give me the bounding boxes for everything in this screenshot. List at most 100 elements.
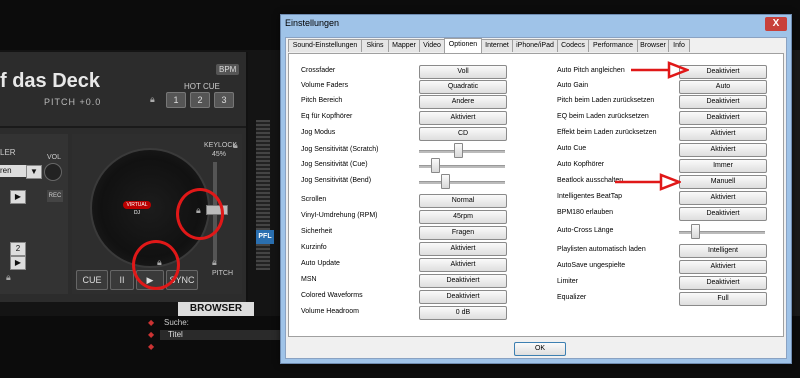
option-button-effekt-reset[interactable]: Aktiviert (679, 127, 767, 141)
settings-dialog: Einstellungen X Sound-Einstellungen Skin… (280, 14, 792, 364)
slider-thumb-jog-scratch[interactable] (454, 143, 464, 158)
option-button-msn[interactable]: Deaktiviert (419, 274, 507, 288)
tab-sound-einstellungen[interactable]: Sound-Einstellungen (288, 39, 362, 52)
option-button-eq-kopfhoerer[interactable]: Aktiviert (419, 111, 507, 125)
platter-logo: VIRTUAL DJ (123, 201, 151, 216)
option-button-pitch-bereich[interactable]: Andere (419, 95, 507, 109)
tab-iphone-ipad[interactable]: iPhone/iPad (512, 39, 558, 52)
option-button-autosave[interactable]: Aktiviert (679, 260, 767, 274)
option-label-playlisten: Playlisten automatisch laden (557, 246, 646, 253)
option-label-autosave: AutoSave ungespielte (557, 262, 626, 269)
option-button-kurzinfo[interactable]: Aktiviert (419, 242, 507, 256)
hot-cue-label: HOT CUE (184, 82, 220, 91)
option-button-auto-kopfhoerer[interactable]: Immer (679, 159, 767, 173)
tab-skins[interactable]: Skins (361, 39, 389, 52)
option-button-jog-modus[interactable]: CD (419, 127, 507, 141)
tab-performance[interactable]: Performance (588, 39, 638, 52)
option-label-eq-reset: EQ beim Laden zurücksetzen (557, 113, 649, 120)
hot-cue-button-3[interactable]: 3 (214, 92, 234, 108)
tab-internet[interactable]: Internet (481, 39, 513, 52)
option-button-sicherheit[interactable]: Fragen (419, 226, 507, 240)
option-button-auto-update[interactable]: Aktiviert (419, 258, 507, 272)
option-label-auto-update: Auto Update (301, 260, 340, 267)
tab-optionen[interactable]: Optionen (444, 38, 482, 53)
option-button-crossfader[interactable]: Voll (419, 65, 507, 79)
option-label-auto-cue: Auto Cue (557, 145, 587, 152)
cue-button[interactable]: CUE (76, 270, 108, 290)
option-button-equalizer[interactable]: Full (679, 292, 767, 306)
option-button-bpm180[interactable]: Deaktiviert (679, 207, 767, 221)
level-meter (256, 120, 270, 270)
browser-tab[interactable]: BROWSER (178, 302, 254, 316)
lock-icon[interactable]: 🔒︎ (150, 94, 155, 105)
tab-video[interactable]: Video (419, 39, 445, 52)
option-button-pitch-reset[interactable]: Deaktiviert (679, 95, 767, 109)
column-header-titel[interactable]: Titel (160, 330, 292, 340)
folder-icon[interactable]: ◆ (148, 318, 154, 327)
chevron-down-icon[interactable]: ▼ (26, 165, 42, 179)
option-label-jog-scratch: Jog Sensitivität (Scratch) (301, 146, 379, 153)
option-button-vinyl-rpm[interactable]: 45rpm (419, 210, 507, 224)
option-label-auto-gain: Auto Gain (557, 82, 589, 89)
play-small-icon-2[interactable]: ▶ (10, 256, 26, 270)
option-label-jog-modus: Jog Modus (301, 129, 336, 136)
option-button-auto-pitch[interactable]: Deaktiviert (679, 65, 767, 79)
optionen-panel: Crossfader Voll Volume Faders Quadratic … (288, 53, 784, 337)
folder-icon-3[interactable]: ◆ (148, 342, 154, 351)
option-label-pitch-reset: Pitch beim Laden zurücksetzen (557, 97, 655, 104)
option-label-jog-cue: Jog Sensitivität (Cue) (301, 161, 368, 168)
rec-button[interactable]: REC (47, 190, 63, 202)
option-label-volume-headroom: Volume Headroom (301, 308, 359, 315)
number-button[interactable]: 2 (10, 242, 26, 256)
option-button-volume-faders[interactable]: Quadratic (419, 80, 507, 94)
option-label-auto-pitch: Auto Pitch angleichen (557, 67, 625, 74)
slider-thumb-jog-bend[interactable] (440, 174, 450, 189)
option-button-scrollen[interactable]: Normal (419, 194, 507, 208)
option-button-beatlock[interactable]: Manuell (679, 175, 767, 189)
pitch-readout: PITCH +0.0 (44, 97, 102, 107)
option-button-beattap[interactable]: Aktiviert (679, 191, 767, 205)
close-button[interactable]: X (765, 17, 787, 31)
option-label-kurzinfo: Kurzinfo (301, 244, 327, 251)
slider-thumb-auto-cross[interactable] (690, 224, 700, 239)
pfl-button[interactable]: PFL (256, 230, 274, 244)
hot-cue-button-2[interactable]: 2 (190, 92, 210, 108)
vol-label: VOL (47, 154, 62, 161)
option-label-eq-kopfhoerer: Eq für Kopfhörer (301, 113, 353, 120)
lock-icon-left[interactable]: 🔒︎ (6, 272, 11, 283)
option-label-auto-kopfhoerer: Auto Kopfhörer (557, 161, 605, 168)
hot-cue-button-1[interactable]: 1 (166, 92, 186, 108)
option-label-pitch-bereich: Pitch Bereich (301, 97, 343, 104)
tab-codecs[interactable]: Codecs (557, 39, 589, 52)
slider-track-jog-bend[interactable] (419, 181, 505, 184)
option-button-colored-waveforms[interactable]: Deaktiviert (419, 290, 507, 304)
keylock-value: 45% (212, 151, 227, 158)
keylock-lock-icon[interactable]: 🔒︎ (233, 140, 238, 151)
option-button-playlisten[interactable]: Intelligent (679, 244, 767, 258)
pause-button[interactable]: II (110, 270, 134, 290)
option-label-jog-bend: Jog Sensitivität (Bend) (301, 177, 372, 184)
option-button-volume-headroom[interactable]: 0 dB (419, 306, 507, 320)
folder-icon-2[interactable]: ◆ (148, 330, 154, 339)
ok-button[interactable]: OK (514, 342, 566, 356)
option-button-auto-cue[interactable]: Aktiviert (679, 143, 767, 157)
option-button-eq-reset[interactable]: Deaktiviert (679, 111, 767, 125)
play-small-icon[interactable]: ▶ (10, 190, 26, 204)
option-button-auto-gain[interactable]: Auto (679, 80, 767, 94)
annotation-circle (176, 188, 224, 240)
slider-thumb-jog-cue[interactable] (430, 158, 440, 173)
option-label-beattap: Intelligentes BeatTap (557, 193, 622, 200)
volume-knob[interactable] (44, 163, 62, 181)
bpm-badge: BPM (216, 64, 240, 75)
pitch-bottom-lock-icon[interactable]: 🔒︎ (212, 257, 217, 268)
option-label-limiter: Limiter (557, 278, 579, 285)
option-label-msn: MSN (301, 276, 317, 283)
option-label-scrollen: Scrollen (301, 196, 327, 203)
option-label-equalizer: Equalizer (557, 294, 587, 301)
tab-info[interactable]: Info (668, 39, 690, 52)
tab-browser[interactable]: Browser (637, 39, 669, 52)
tab-mapper[interactable]: Mapper (388, 39, 420, 52)
option-button-limiter[interactable]: Deaktiviert (679, 276, 767, 290)
option-label-crossfader: Crossfader (301, 67, 336, 74)
search-label: Suche: (164, 318, 189, 327)
